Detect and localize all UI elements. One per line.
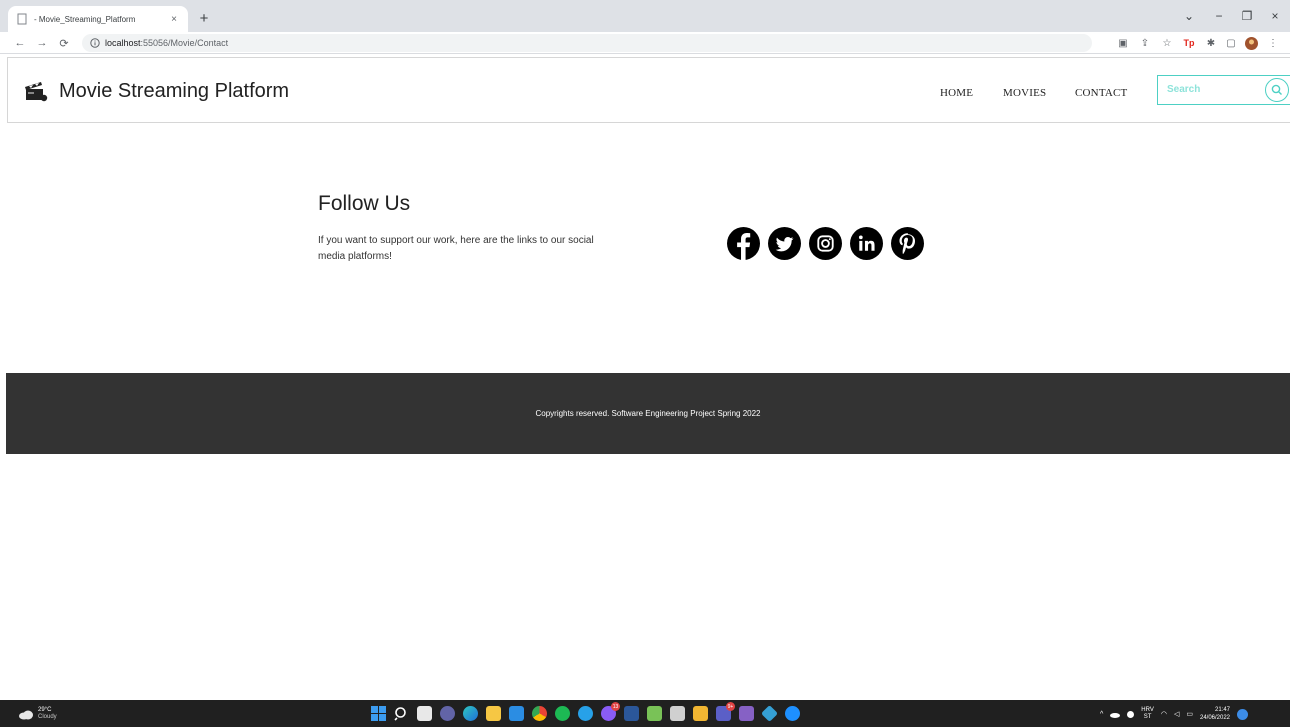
app-icon[interactable] <box>578 706 593 721</box>
clock-date: 24/06/2022 <box>1199 715 1231 721</box>
system-tray: ^ HRV ST ◠ ◁ ▭ 21:47 24/06/2022 <box>1100 706 1249 722</box>
translate-icon[interactable]: ▣ <box>1116 36 1130 50</box>
messenger-icon[interactable]: 13 <box>601 702 620 721</box>
notification-badge: 9+ <box>726 702 735 711</box>
teams-icon[interactable]: 9+ <box>716 702 735 721</box>
minimize-button[interactable]: − <box>1206 6 1232 26</box>
search-input[interactable] <box>1158 76 1258 103</box>
search-button[interactable] <box>1265 78 1289 102</box>
start-windows-icon[interactable] <box>371 706 386 721</box>
pinterest-icon[interactable] <box>891 227 924 260</box>
weather-condition: Cloudy <box>38 714 57 720</box>
file-explorer-icon[interactable] <box>486 706 501 721</box>
cloud-icon <box>19 710 33 719</box>
wifi-icon[interactable]: ◠ <box>1161 710 1167 718</box>
notification-badge: 13 <box>611 702 620 711</box>
close-window-button[interactable]: × <box>1262 6 1288 26</box>
page-icon <box>17 13 27 25</box>
language-indicator[interactable]: HRV ST <box>1141 707 1154 721</box>
clock[interactable]: 21:47 24/06/2022 <box>1200 706 1230 722</box>
clock-time: 21:47 <box>1215 707 1231 713</box>
url-path: :55056/Movie/Contact <box>140 38 229 48</box>
maximize-button[interactable]: ❐ <box>1234 6 1260 26</box>
back-arrow-icon[interactable]: ← <box>12 35 28 51</box>
chrome-browser-icon[interactable] <box>532 706 547 721</box>
browser-toolbar: ← → ⟳ localhost:55056/Movie/Contact ▣ ⇪ … <box>0 32 1290 54</box>
app-icon[interactable] <box>761 705 778 722</box>
app-icon[interactable] <box>670 706 685 721</box>
side-panel-icon[interactable]: ▢ <box>1224 36 1238 50</box>
info-icon[interactable] <box>90 38 100 48</box>
browser-tab[interactable]: - Movie_Streaming_Platform × <box>8 6 188 32</box>
forward-arrow-icon[interactable]: → <box>34 35 50 51</box>
follow-us-heading: Follow Us <box>318 192 411 215</box>
tab-title: - Movie_Streaming_Platform <box>34 14 136 24</box>
browser-tabstrip: - Movie_Streaming_Platform × + ⌄ − ❐ × <box>0 0 1290 32</box>
extension-tp-icon[interactable]: Tp <box>1182 36 1196 50</box>
social-links <box>727 227 924 260</box>
linkedin-icon[interactable] <box>850 227 883 260</box>
reload-icon[interactable]: ⟳ <box>56 35 72 51</box>
taskbar-apps: 13 9+ <box>371 702 800 722</box>
task-view-icon[interactable] <box>417 706 432 721</box>
browser-menu-icon[interactable]: ⋮ <box>1266 36 1280 50</box>
search-icon <box>1271 84 1282 95</box>
app-status-icon[interactable] <box>1127 710 1135 718</box>
app-icon[interactable] <box>693 706 708 721</box>
profile-avatar[interactable] <box>1244 36 1258 50</box>
url-host: localhost <box>105 38 141 48</box>
tab-search-icon[interactable]: ⌄ <box>1176 6 1202 26</box>
nav-movies[interactable]: MOVIES <box>1003 87 1046 99</box>
share-icon[interactable]: ⇪ <box>1138 36 1152 50</box>
volume-icon[interactable]: ◁ <box>1174 710 1179 718</box>
facebook-icon[interactable] <box>727 227 760 260</box>
visual-studio-icon[interactable] <box>739 706 754 721</box>
battery-icon[interactable]: ▭ <box>1186 710 1193 718</box>
footer-copyright: Copyrights reserved. Software Engineerin… <box>535 409 761 418</box>
skype-icon[interactable] <box>785 706 800 721</box>
site-footer: Copyrights reserved. Software Engineerin… <box>6 373 1290 454</box>
taskbar: 29°C Cloudy 13 9+ ^ HRV ST ◠ ◁ ▭ 21:47 2… <box>0 700 1290 727</box>
app-icon[interactable] <box>647 706 662 721</box>
follow-us-text: If you want to support our work, here ar… <box>318 235 594 262</box>
twitter-icon[interactable] <box>768 227 801 260</box>
tab-close-icon[interactable]: × <box>168 13 180 25</box>
chat-icon[interactable] <box>440 706 455 721</box>
onedrive-icon[interactable] <box>1110 711 1121 718</box>
notification-center-icon[interactable] <box>1237 708 1249 720</box>
address-bar[interactable]: localhost:55056/Movie/Contact <box>82 34 1092 52</box>
nav-contact[interactable]: CONTACT <box>1075 87 1127 99</box>
word-icon[interactable] <box>624 706 639 721</box>
extensions-puzzle-icon[interactable]: ✱ <box>1204 36 1218 50</box>
brand-title[interactable]: Movie Streaming Platform <box>59 80 289 103</box>
instagram-icon[interactable] <box>809 227 842 260</box>
mail-icon[interactable] <box>509 706 524 721</box>
nav-home[interactable]: HOME <box>940 87 973 99</box>
movie-clapper-icon[interactable] <box>24 81 48 103</box>
search-box <box>1157 75 1290 105</box>
weather-temperature: 29°C <box>38 707 52 713</box>
weather-widget[interactable]: 29°C Cloudy <box>18 707 57 721</box>
edge-browser-icon[interactable] <box>463 706 478 721</box>
search-icon[interactable] <box>394 706 409 721</box>
bookmark-star-icon[interactable]: ☆ <box>1160 36 1174 50</box>
spotify-icon[interactable] <box>555 706 570 721</box>
tray-overflow-icon[interactable]: ^ <box>1100 711 1103 718</box>
new-tab-button[interactable]: + <box>195 9 213 27</box>
site-header: Movie Streaming Platform HOME MOVIES CON… <box>7 57 1290 123</box>
